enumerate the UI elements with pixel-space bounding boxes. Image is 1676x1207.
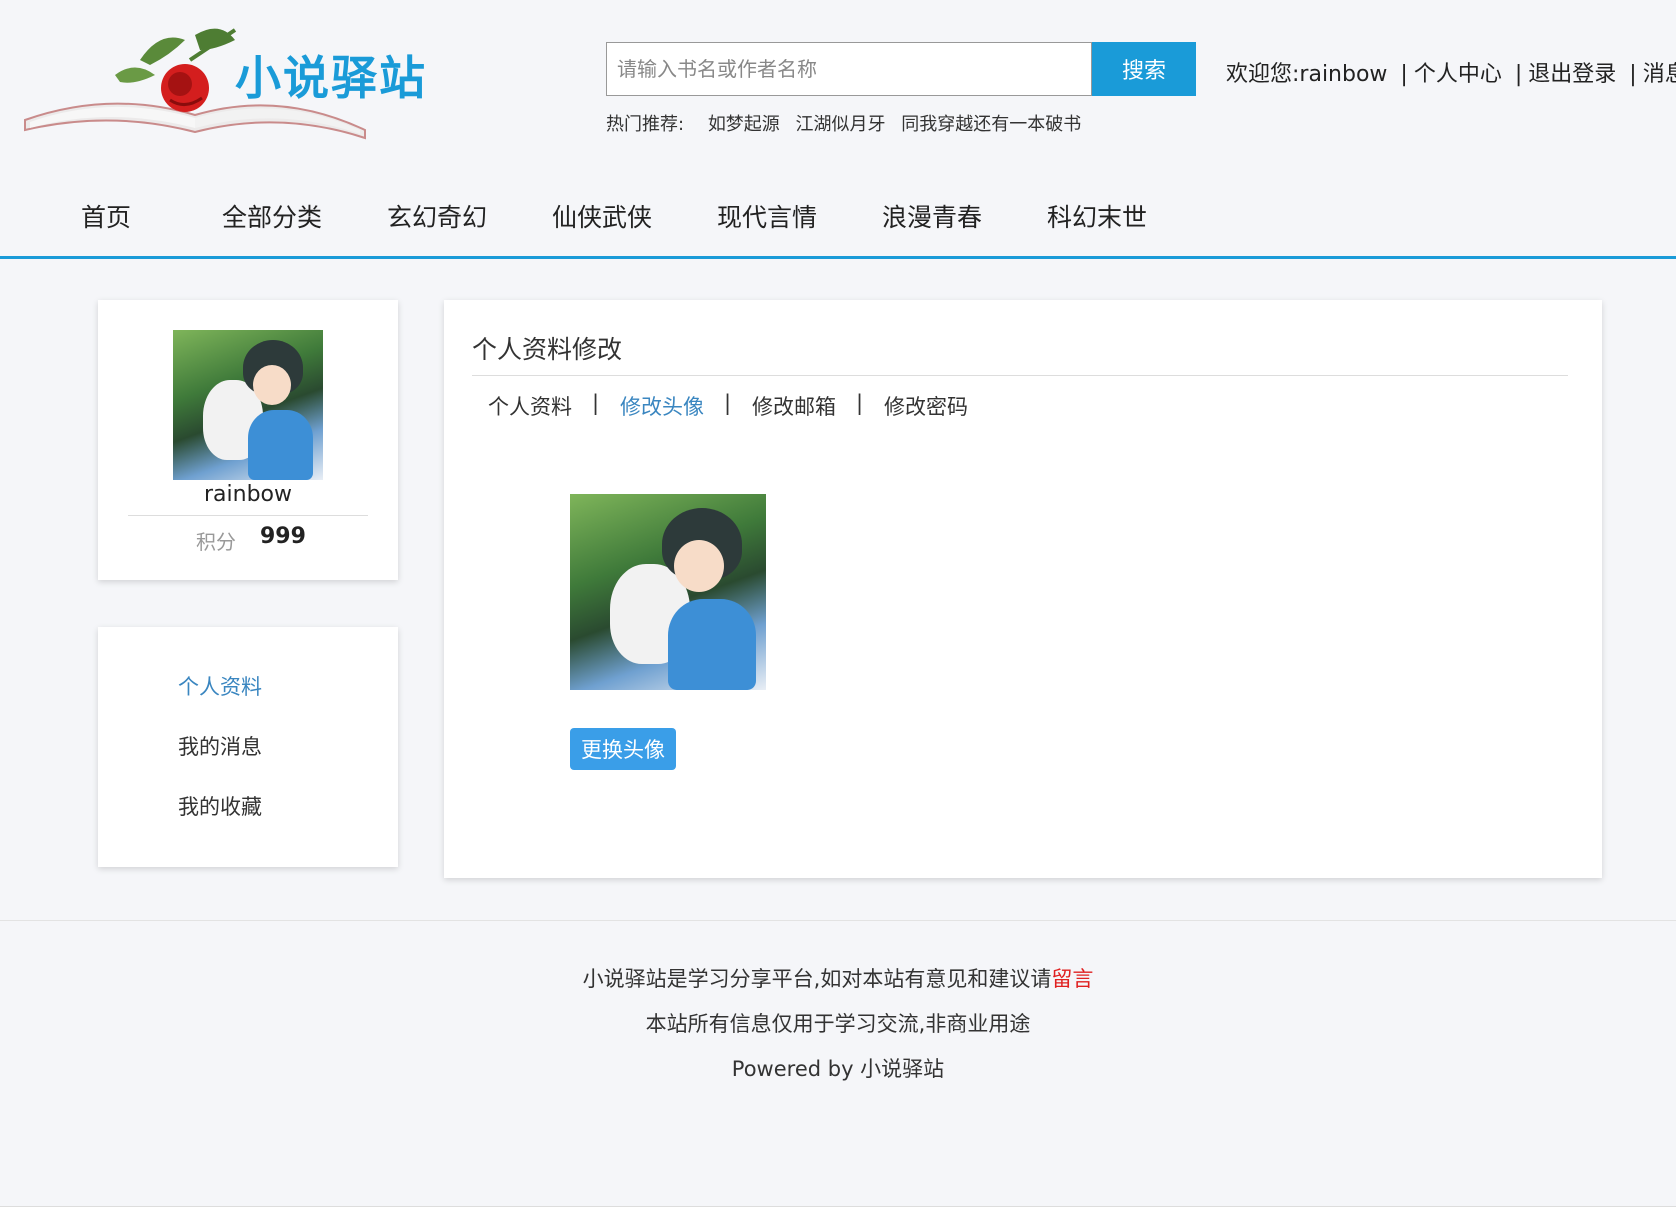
profile-username: rainbow: [204, 482, 292, 507]
nav-item-scifi[interactable]: 科幻末世: [1047, 198, 1147, 234]
score-value: 999: [260, 524, 306, 549]
user-avatar: [173, 330, 323, 480]
tab-separator: |: [724, 391, 732, 415]
nav-item-romance[interactable]: 现代言情: [717, 198, 817, 234]
footer-line-feedback: 小说驿站是学习分享平台,如对本站有意见和建议请留言: [0, 963, 1676, 993]
tab-change-avatar[interactable]: 修改头像: [620, 391, 704, 421]
cloak-shape: [248, 410, 313, 480]
welcome-text: 欢迎您:: [1226, 62, 1300, 87]
site-footer: 小说驿站是学习分享平台,如对本站有意见和建议请留言 本站所有信息仅用于学习交流,…: [0, 920, 1676, 1207]
profile-divider: [128, 515, 368, 516]
profile-card: rainbow 积分 999: [98, 300, 398, 580]
change-avatar-button[interactable]: 更换头像: [570, 728, 676, 770]
face-shape: [253, 365, 291, 405]
tab-separator: |: [856, 391, 864, 415]
footer-text: 小说驿站是学习分享平台,如对本站有意见和建议请: [582, 967, 1052, 991]
hot-item-link[interactable]: 如梦起源: [708, 114, 780, 135]
hot-recommendations: 热门推荐: 如梦起源 江湖似月牙 同我穿越还有一本破书: [606, 110, 1091, 136]
nav-item-all-categories[interactable]: 全部分类: [222, 198, 322, 234]
nav-item-home[interactable]: 首页: [81, 198, 131, 234]
hot-label: 热门推荐:: [606, 114, 685, 135]
side-item-profile[interactable]: 个人资料: [178, 671, 262, 701]
panel-divider: [472, 375, 1568, 376]
current-username: rainbow: [1299, 62, 1388, 87]
site-title: 小说驿站: [235, 51, 427, 105]
separator: |: [1514, 62, 1523, 87]
search-input[interactable]: [606, 42, 1092, 96]
nav-item-youth[interactable]: 浪漫青春: [882, 198, 982, 234]
side-item-favorites[interactable]: 我的收藏: [178, 791, 262, 821]
tab-change-password[interactable]: 修改密码: [884, 391, 968, 421]
avatar-preview: [570, 494, 766, 690]
face-shape: [674, 540, 724, 592]
tab-change-email[interactable]: 修改邮箱: [752, 391, 836, 421]
nav-item-fantasy[interactable]: 玄幻奇幻: [387, 198, 487, 234]
search-button[interactable]: 搜索: [1092, 42, 1196, 96]
site-header: 小说驿站 搜索 热门推荐: 如梦起源 江湖似月牙 同我穿越还有一本破书 欢迎您:…: [0, 0, 1676, 160]
separator: |: [1629, 62, 1637, 87]
footer-line-disclaimer: 本站所有信息仅用于学习交流,非商业用途: [645, 1012, 1031, 1036]
feedback-link[interactable]: 留言: [1051, 967, 1093, 991]
footer-line-powered: Powered by 小说驿站: [731, 1057, 945, 1081]
tab-separator: |: [592, 391, 600, 415]
side-menu: 个人资料 我的消息 我的收藏: [98, 627, 398, 867]
cloak-shape: [668, 599, 756, 690]
user-bar: 欢迎您:rainbow | 个人中心 | 退出登录 | 消息: [1226, 56, 1676, 88]
main-nav: 首页 全部分类 玄幻奇幻 仙侠武侠 现代言情 浪漫青春 科幻末世: [0, 180, 1676, 259]
profile-edit-panel: 个人资料修改 个人资料 | 修改头像 | 修改邮箱 | 修改密码 更换头像: [444, 300, 1602, 878]
tab-profile[interactable]: 个人资料: [488, 391, 572, 421]
side-item-messages[interactable]: 我的消息: [178, 731, 262, 761]
search-bar: 搜索: [606, 42, 1196, 96]
hot-item-link[interactable]: 江湖似月牙: [796, 114, 886, 135]
logout-link[interactable]: 退出登录: [1528, 62, 1616, 87]
messages-link[interactable]: 消息: [1643, 62, 1676, 87]
panel-title: 个人资料修改: [472, 335, 623, 364]
user-center-link[interactable]: 个人中心: [1414, 62, 1502, 87]
separator: |: [1400, 62, 1408, 87]
score-label: 积分: [196, 530, 236, 554]
nav-item-xianxia[interactable]: 仙侠武侠: [552, 198, 652, 234]
hot-item-link[interactable]: 同我穿越还有一本破书: [901, 114, 1081, 135]
